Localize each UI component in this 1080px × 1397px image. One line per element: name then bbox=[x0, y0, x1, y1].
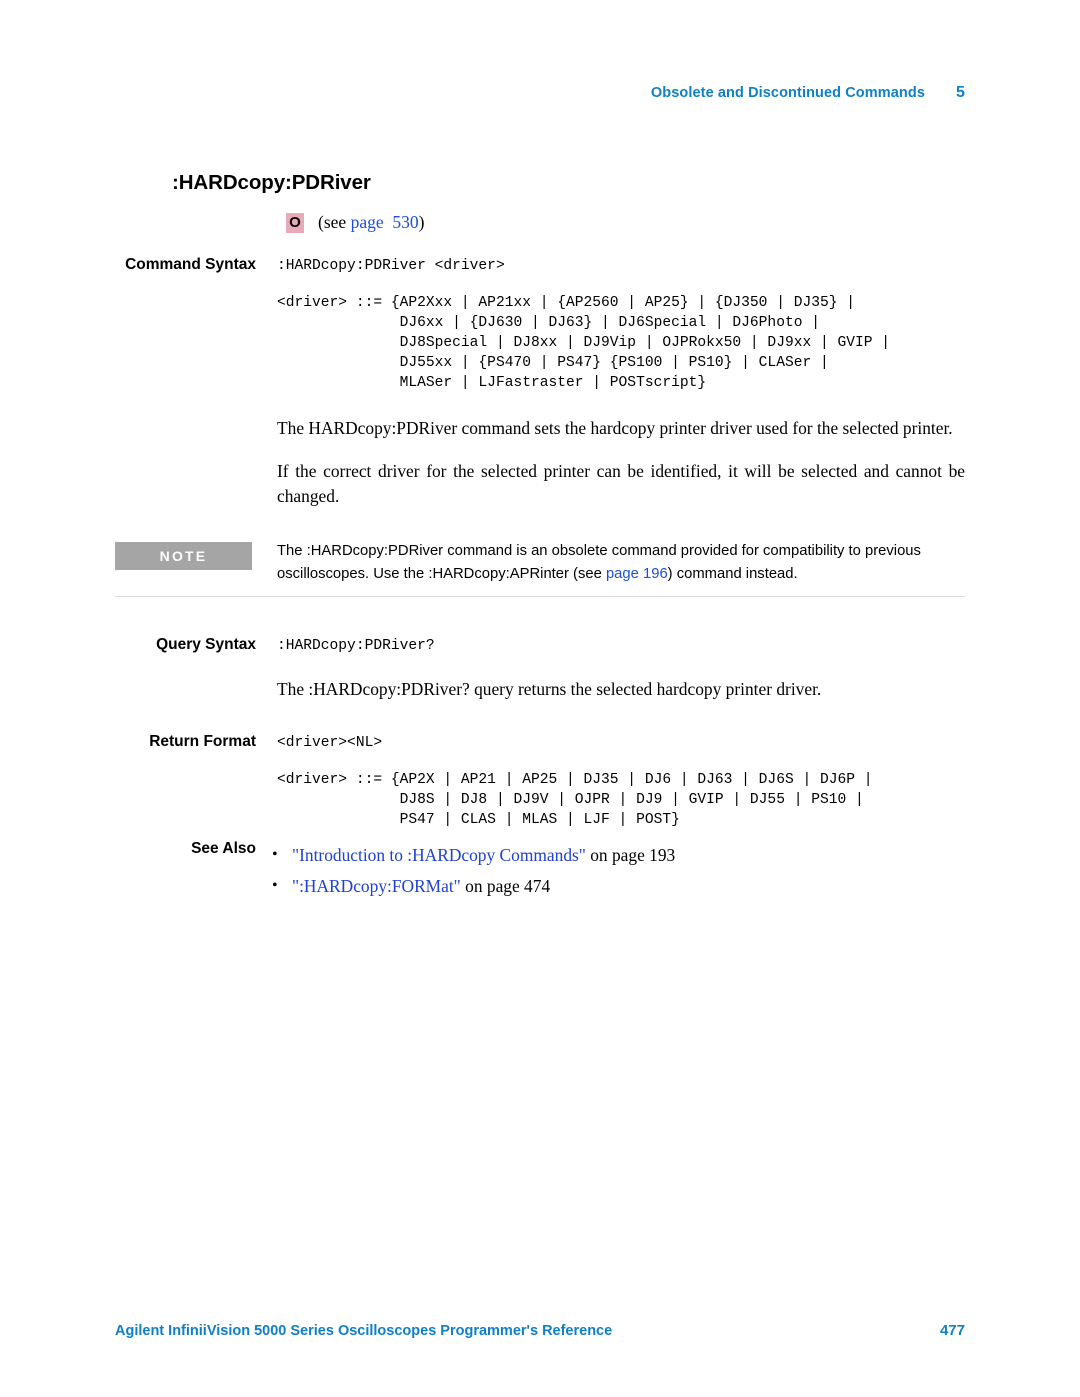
running-header-chapter-number: 5 bbox=[956, 84, 965, 101]
see-also-link[interactable]: ":HARDcopy:FORMat" bbox=[292, 876, 461, 896]
list-item: ":HARDcopy:FORMat" on page 474 bbox=[270, 870, 965, 902]
command-description-paragraph-2: If the correct driver for the selected p… bbox=[277, 461, 965, 506]
return-format-code: <driver><NL> bbox=[277, 735, 383, 751]
command-syntax-code: :HARDcopy:PDRiver <driver> bbox=[277, 258, 505, 274]
see-page-suffix: ) bbox=[418, 212, 425, 232]
query-syntax-section: Query Syntax :HARDcopy:PDRiver? The :HAR… bbox=[115, 636, 965, 702]
driver-line: <driver> ::= {AP2X | AP21 | AP25 | DJ35 … bbox=[277, 772, 873, 788]
driver-line: DJ8Special | DJ8xx | DJ9Vip | OJPRokx50 … bbox=[277, 335, 891, 351]
driver-line: MLASer | LJFastraster | POSTscript} bbox=[277, 375, 707, 391]
query-syntax-content: :HARDcopy:PDRiver? The :HARDcopy:PDRiver… bbox=[277, 636, 965, 702]
command-driver-enumeration: <driver> ::= {AP2Xxx | AP21xx | {AP2560 … bbox=[277, 293, 965, 393]
running-header-title: Obsolete and Discontinued Commands bbox=[650, 85, 925, 101]
command-syntax-section: Command Syntax :HARDcopy:PDRiver <driver… bbox=[115, 256, 965, 509]
footer-title: Agilent InfiniiVision 5000 Series Oscill… bbox=[115, 1323, 613, 1339]
obsolete-marker-row: O (see page 530) bbox=[286, 212, 424, 233]
driver-line: DJ6xx | {DJ630 | DJ63} | DJ6Special | DJ… bbox=[277, 315, 820, 331]
see-page-reference: (see page 530) bbox=[318, 212, 424, 233]
return-driver-enumeration: <driver> ::= {AP2X | AP21 | AP25 | DJ35 … bbox=[277, 770, 965, 830]
note-text: The :HARDcopy:PDRiver command is an obso… bbox=[277, 540, 965, 585]
see-also-link[interactable]: "Introduction to :HARDcopy Commands" bbox=[292, 845, 586, 865]
note-text-before-link: The :HARDcopy:PDRiver command is an obso… bbox=[277, 543, 921, 582]
driver-line: <driver> ::= {AP2Xxx | AP21xx | {AP2560 … bbox=[277, 295, 856, 311]
driver-line: PS47 | CLAS | MLAS | LJF | POST} bbox=[277, 812, 680, 828]
return-format-label: Return Format bbox=[149, 733, 256, 750]
see-also-content: "Introduction to :HARDcopy Commands" on … bbox=[270, 839, 965, 902]
see-also-list: "Introduction to :HARDcopy Commands" on … bbox=[270, 839, 965, 902]
command-syntax-content: :HARDcopy:PDRiver <driver> <driver> ::= … bbox=[277, 256, 965, 509]
note-divider bbox=[115, 596, 965, 597]
query-syntax-code: :HARDcopy:PDRiver? bbox=[277, 638, 435, 654]
return-format-section: Return Format <driver><NL> <driver> ::= … bbox=[115, 733, 965, 830]
driver-line: DJ55xx | {PS470 | PS47} {PS100 | PS10} |… bbox=[277, 355, 829, 371]
document-page: Obsolete and Discontinued Commands 5 :HA… bbox=[0, 0, 1080, 1397]
query-description-paragraph: The :HARDcopy:PDRiver? query returns the… bbox=[277, 679, 822, 699]
footer-page-number: 477 bbox=[939, 1322, 965, 1339]
page-title: :HARDcopy:PDRiver bbox=[172, 171, 371, 194]
see-also-tail: on page 474 bbox=[460, 876, 551, 896]
see-also-label: See Also bbox=[191, 840, 256, 857]
see-page-link[interactable]: page 530 bbox=[351, 212, 419, 232]
page-footer: Agilent InfiniiVision 5000 Series Oscill… bbox=[115, 1322, 965, 1339]
note-text-after-link: ) command instead. bbox=[667, 565, 798, 582]
return-format-content: <driver><NL> <driver> ::= {AP2X | AP21 |… bbox=[277, 733, 965, 830]
see-also-tail: on page 193 bbox=[585, 845, 676, 865]
note-badge: NOTE bbox=[115, 542, 252, 570]
query-syntax-label: Query Syntax bbox=[156, 636, 256, 653]
obsolete-badge-icon: O bbox=[286, 212, 304, 233]
see-page-prefix: (see bbox=[318, 212, 351, 232]
note-page-link[interactable]: page 196 bbox=[606, 566, 668, 582]
command-description-paragraph-1: The HARDcopy:PDRiver command sets the ha… bbox=[277, 418, 953, 438]
see-also-section: See Also "Introduction to :HARDcopy Comm… bbox=[115, 839, 965, 902]
note-block: NOTE The :HARDcopy:PDRiver command is an… bbox=[115, 540, 965, 585]
list-item: "Introduction to :HARDcopy Commands" on … bbox=[270, 839, 965, 871]
running-header: Obsolete and Discontinued Commands 5 bbox=[115, 84, 965, 106]
driver-line: DJ8S | DJ8 | DJ9V | OJPR | DJ9 | GVIP | … bbox=[277, 792, 864, 808]
command-syntax-label: Command Syntax bbox=[125, 256, 256, 273]
